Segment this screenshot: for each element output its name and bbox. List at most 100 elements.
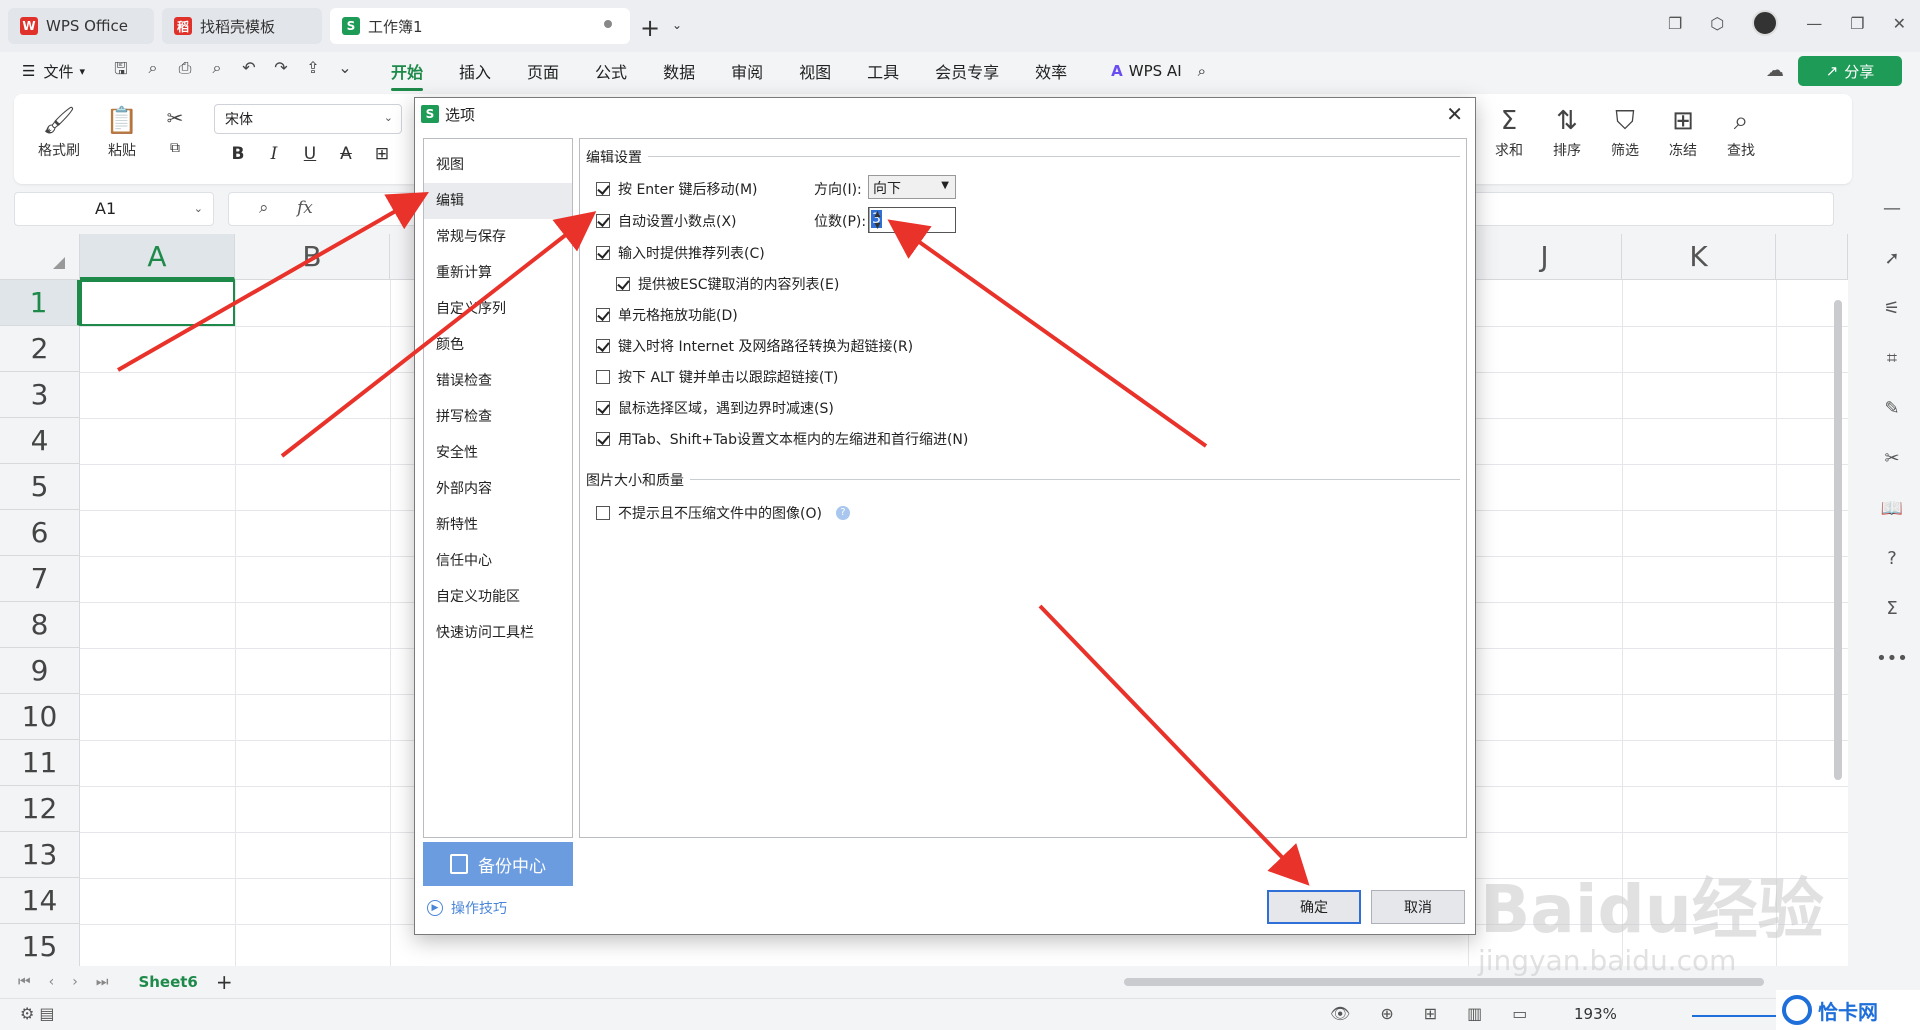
save-icon[interactable]: 🖫: [105, 58, 137, 85]
tab-page[interactable]: 页面: [527, 59, 559, 83]
filter-button[interactable]: ⛉ 筛选: [1598, 106, 1652, 160]
row-header[interactable]: 14: [0, 878, 80, 924]
prev-sheet-icon[interactable]: ‹: [49, 974, 55, 990]
checkbox[interactable]: [596, 182, 610, 196]
nav-item-custom-ribbon[interactable]: 自定义功能区: [424, 579, 572, 615]
checkbox[interactable]: [596, 308, 610, 322]
tab-workbook[interactable]: S 工作簿1: [330, 8, 630, 44]
ai-assistant-icon[interactable]: ✎: [1864, 384, 1920, 434]
file-menu[interactable]: ☰ 文件 ▾: [22, 61, 85, 82]
nav-item-edit[interactable]: 编辑: [424, 183, 572, 219]
tab-efficiency[interactable]: 效率: [1035, 59, 1067, 83]
font-name-select[interactable]: 宋体 ⌄: [214, 104, 402, 134]
backup-center-button[interactable]: 备份中心: [423, 842, 573, 886]
horizontal-scrollbar[interactable]: [1124, 978, 1764, 986]
redo-icon[interactable]: ↷: [265, 58, 297, 85]
nav-item-quick-access[interactable]: 快速访问工具栏: [424, 615, 572, 651]
zoom-level[interactable]: 193%: [1574, 1005, 1617, 1023]
new-tab-icon[interactable]: +: [640, 14, 660, 42]
adjust-icon[interactable]: ⚟: [1864, 284, 1920, 334]
underline-icon[interactable]: U: [292, 144, 328, 164]
maximize-icon[interactable]: ❐: [1850, 14, 1864, 33]
row-header[interactable]: 15: [0, 924, 80, 966]
nav-item-color[interactable]: 颜色: [424, 327, 572, 363]
normal-view-icon[interactable]: ⊞: [1424, 1004, 1437, 1023]
row-header[interactable]: 5: [0, 464, 80, 510]
tips-link[interactable]: ▶ 操作技巧: [427, 898, 507, 918]
row-header[interactable]: 2: [0, 326, 80, 372]
checkbox[interactable]: [596, 214, 610, 228]
selected-cell-a1[interactable]: [80, 280, 235, 326]
row-header[interactable]: 8: [0, 602, 80, 648]
sheet-tab-active[interactable]: Sheet6: [138, 973, 197, 991]
format-painter-button[interactable]: 🖌 格式刷: [34, 106, 84, 160]
minimize-icon[interactable]: —: [1806, 14, 1822, 33]
nav-item-general-save[interactable]: 常规与保存: [424, 219, 572, 255]
nav-item-security[interactable]: 安全性: [424, 435, 572, 471]
row-header[interactable]: 12: [0, 786, 80, 832]
zoom-slider[interactable]: [1692, 1015, 1782, 1017]
select-cursor-icon[interactable]: ➚: [1864, 234, 1920, 284]
paste-button[interactable]: 📋 粘贴: [94, 106, 150, 160]
vertical-scrollbar[interactable]: [1834, 300, 1842, 780]
option-mouse-slowdown[interactable]: 鼠标选择区域，遇到边界时减速(S): [596, 398, 834, 418]
close-window-icon[interactable]: ✕: [1893, 14, 1906, 33]
name-box[interactable]: A1 ⌄: [14, 192, 214, 226]
tab-formula[interactable]: 公式: [595, 59, 627, 83]
undo-icon[interactable]: ↶: [233, 58, 265, 85]
formula-sum-icon[interactable]: Σ: [1864, 584, 1920, 634]
ok-button[interactable]: 确定: [1267, 890, 1361, 924]
checkbox[interactable]: [596, 401, 610, 415]
tab-view[interactable]: 视图: [799, 59, 831, 83]
cut-button[interactable]: ✂ ⧉: [152, 106, 198, 156]
share-button[interactable]: ↗ 分享: [1798, 56, 1902, 86]
checkbox[interactable]: [596, 432, 610, 446]
nav-item-custom-list[interactable]: 自定义序列: [424, 291, 572, 327]
add-sheet-icon[interactable]: +: [216, 970, 233, 994]
chevron-down-icon[interactable]: ⌄: [672, 18, 682, 32]
nav-item-error-check[interactable]: 错误检查: [424, 363, 572, 399]
wps-ai-button[interactable]: A WPS AI ⌕: [1111, 62, 1206, 80]
cloud-save-icon[interactable]: ⌕: [137, 58, 169, 85]
tools-icon[interactable]: ✂: [1864, 434, 1920, 484]
row-header[interactable]: 4: [0, 418, 80, 464]
page-layout-icon[interactable]: ▥: [1467, 1004, 1482, 1023]
checkbox[interactable]: [596, 506, 610, 520]
export-icon[interactable]: ⇪: [297, 58, 329, 85]
eye-icon[interactable]: 👁: [1330, 1004, 1350, 1023]
nav-item-recalc[interactable]: 重新计算: [424, 255, 572, 291]
option-alt-click[interactable]: 按下 ALT 键并单击以跟踪超链接(T): [596, 367, 838, 387]
option-esc-list[interactable]: 提供被ESC键取消的内容列表(E): [616, 274, 839, 294]
italic-icon[interactable]: I: [256, 144, 292, 164]
row-header[interactable]: 7: [0, 556, 80, 602]
checkbox[interactable]: [596, 246, 610, 260]
row-header[interactable]: 10: [0, 694, 80, 740]
help-icon[interactable]: ?: [1864, 534, 1920, 584]
row-header[interactable]: 13: [0, 832, 80, 878]
macro-icon[interactable]: ⚙ ▤: [20, 1004, 55, 1023]
cloud-sync-icon[interactable]: ☁: [1766, 60, 1784, 81]
option-hyperlink-convert[interactable]: 键入时将 Internet 及网络路径转换为超链接(R): [596, 336, 913, 356]
print-preview-icon[interactable]: ⌕: [201, 58, 233, 85]
avatar[interactable]: [1752, 10, 1779, 36]
location-icon[interactable]: ⊕: [1380, 1004, 1393, 1023]
tab-data[interactable]: 数据: [663, 59, 695, 83]
cube-icon[interactable]: ⬡: [1710, 14, 1724, 33]
row-header[interactable]: 9: [0, 648, 80, 694]
direction-select[interactable]: 向下 ▼: [868, 175, 956, 199]
nav-item-external-content[interactable]: 外部内容: [424, 471, 572, 507]
more-icon[interactable]: •••: [1864, 634, 1920, 684]
option-no-compress-image[interactable]: 不提示且不压缩文件中的图像(O) ?: [596, 503, 850, 523]
checkbox[interactable]: [616, 277, 630, 291]
border-icon[interactable]: ⊞: [364, 144, 400, 164]
print-icon[interactable]: ⎙: [169, 58, 201, 85]
column-header[interactable]: J: [1468, 234, 1622, 280]
more-chevron-icon[interactable]: ⌄: [329, 58, 361, 85]
nav-item-trust-center[interactable]: 信任中心: [424, 543, 572, 579]
tab-tools[interactable]: 工具: [867, 59, 899, 83]
places-spinner[interactable]: 3 ▲ ▼: [868, 207, 956, 233]
next-sheet-icon[interactable]: ›: [72, 974, 78, 990]
tab-template[interactable]: 稻 找稻壳模板: [162, 8, 322, 44]
fx-icon[interactable]: fx: [297, 198, 313, 218]
bold-icon[interactable]: B: [220, 144, 256, 164]
